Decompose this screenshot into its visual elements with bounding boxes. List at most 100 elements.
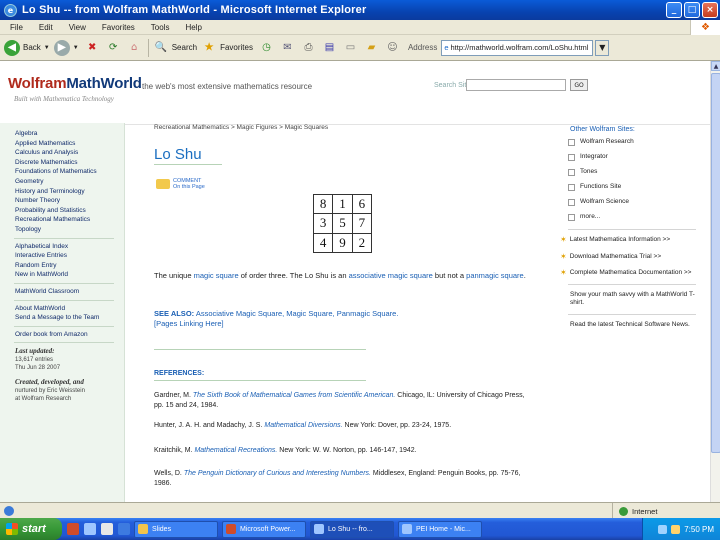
close-button[interactable]: × [702,2,718,18]
comment-link[interactable]: COMMENT On this Page [156,178,205,190]
magic-square-link[interactable]: magic square [194,271,239,280]
minimize-button[interactable]: _ [666,2,682,18]
taskbar: start Slides Microsoft Power... Lo Shu -… [0,518,720,540]
sidebar-item-probability[interactable]: Probability and Statistics [15,206,124,216]
stop-icon[interactable]: ✖ [85,40,100,55]
quicklaunch-desktop-icon[interactable] [101,523,113,535]
refresh-icon[interactable]: ⟳ [106,40,121,55]
sidebar-item-recreational[interactable]: Recreational Mathematics [15,215,124,225]
back-button[interactable]: ◀ Back ▼ [4,39,50,56]
sidebar-item-classroom[interactable]: MathWorld Classroom [15,287,124,297]
promo-download-trial[interactable]: ✶ Download Mathematica Trial >> [560,252,698,262]
sidebar-item-order-book[interactable]: Order book from Amazon [15,330,124,340]
sidebar-item-number-theory[interactable]: Number Theory [15,196,124,206]
menu-favorites[interactable]: Favorites [102,23,135,32]
quicklaunch-powerpoint-icon[interactable] [67,523,79,535]
site-header: WolframMathWorld the web's most extensiv… [0,69,710,125]
sidebar-item-topology[interactable]: Topology [15,225,124,235]
promo-latest-info[interactable]: ✶ Latest Mathematica Information >> [560,235,698,245]
home-icon[interactable]: ⌂ [127,40,142,55]
forward-button[interactable]: ▶ ▼ [53,39,79,56]
task-pei-home[interactable]: PEI Home - Mic... [398,520,482,538]
quicklaunch-ie-icon[interactable] [84,523,96,535]
sidebar-item-send-message[interactable]: Send a Message to the Team [15,313,124,323]
scroll-thumb[interactable] [711,73,720,453]
favorites-button[interactable]: ★ Favorites [201,39,253,56]
site-item-wolfram-research[interactable]: Wolfram Research [568,136,698,148]
menu-file[interactable]: File [10,23,23,32]
network-icon[interactable] [658,524,668,534]
panmagic-square-link[interactable]: panmagic square [466,271,524,280]
site-item-functions[interactable]: Functions Site [568,181,698,193]
menu-edit[interactable]: Edit [39,23,53,32]
sidebar-item-geometry[interactable]: Geometry [15,177,124,187]
search-go-button[interactable]: GO [570,79,588,91]
vertical-scrollbar[interactable]: ▲ ▼ [710,61,720,520]
sidebar-item-applied[interactable]: Applied Mathematics [15,139,124,149]
print-icon[interactable]: ⎙ [301,40,316,55]
menu-tools[interactable]: Tools [151,23,170,32]
title-divider [154,164,222,165]
address-dropdown-icon[interactable]: ▼ [595,39,610,56]
sidebar-item-discrete[interactable]: Discrete Mathematics [15,158,124,168]
promo-news[interactable]: Read the latest Technical Software News. [570,321,698,330]
system-tray: 7:50 PM [642,518,720,540]
volume-icon[interactable] [671,524,681,534]
ref-title-link[interactable]: The Sixth Book of Mathematical Games fro… [193,392,395,399]
sidebar-item-alphabetical[interactable]: Alphabetical Index [15,242,124,252]
address-bar[interactable]: e http://mathworld.wolfram.com/LoShu.htm… [441,39,594,56]
messenger-icon[interactable]: ☺ [385,40,400,55]
search-input[interactable] [466,79,566,91]
star-icon: ✶ [560,235,567,244]
history-icon[interactable]: ◷ [259,40,274,55]
index-links: Alphabetical Index Interactive Entries R… [0,242,124,280]
mail-icon[interactable]: ✉ [280,40,295,55]
pages-linking-here-link[interactable]: [Pages Linking Here] [154,319,224,328]
search-button[interactable]: 🔍 Search [152,39,197,56]
associative-magic-square-link[interactable]: associative magic square [349,271,433,280]
square-cell: 2 [351,232,373,254]
task-label: PEI Home - Mic... [416,525,471,533]
credit-line-2: nurtured by Eric Weisstein [15,388,85,395]
menu-bar: File Edit View Favorites Tools Help ❖ [0,20,720,35]
folder-icon[interactable]: ▰ [364,40,379,55]
site-item-integrator[interactable]: Integrator [568,151,698,163]
sidebar-item-history[interactable]: History and Terminology [15,187,124,197]
site-item-wolfram-science[interactable]: Wolfram Science [568,196,698,208]
edit-icon[interactable]: ▤ [322,40,337,55]
mathworld-logo[interactable]: WolframMathWorld [8,75,142,92]
promo-tshirt[interactable]: Show your math savvy with a MathWorld T-… [570,291,698,308]
checkbox-icon [568,213,575,221]
menu-help[interactable]: Help [185,23,201,32]
ref-title-link[interactable]: Mathematical Diversions. [264,422,342,429]
breadcrumb[interactable]: Recreational Mathematics > Magic Figures… [154,124,328,131]
task-powerpoint[interactable]: Microsoft Power... [222,520,306,538]
start-button[interactable]: start [0,518,62,540]
sidebar-item-about[interactable]: About MathWorld [15,304,124,314]
task-slides[interactable]: Slides [134,520,218,538]
sidebar-item-random[interactable]: Random Entry [15,261,124,271]
task-lo-shu[interactable]: Lo Shu -- fro... [310,520,394,538]
menu-view[interactable]: View [69,23,86,32]
promo-documentation[interactable]: ✶ Complete Mathematica Documentation >> [560,268,698,278]
sidebar-item-new[interactable]: New in MathWorld [15,270,124,280]
reference-item: Gardner, M. The Sixth Book of Mathematic… [154,391,534,410]
sidebar-item-algebra[interactable]: Algebra [15,129,124,139]
site-item-more[interactable]: more... [568,211,698,223]
ref-title-link[interactable]: Mathematical Recreations. [194,447,277,454]
discuss-icon[interactable]: ▭ [343,40,358,55]
ref-title-link[interactable]: The Penguin Dictionary of Curious and In… [184,470,371,477]
square-cell: 4 [312,232,334,254]
sidebar-item-calculus[interactable]: Calculus and Analysis [15,148,124,158]
promo-label: Complete Mathematica Documentation >> [569,269,692,276]
sidebar-item-interactive[interactable]: Interactive Entries [15,251,124,261]
web-page: WolframMathWorld the web's most extensiv… [0,61,710,520]
quicklaunch-media-icon[interactable] [118,523,130,535]
site-label: more... [580,213,601,220]
scroll-up-icon[interactable]: ▲ [711,61,720,71]
site-label: Wolfram Science [580,198,630,205]
maximize-button[interactable]: □ [684,2,700,18]
see-also-links[interactable]: Associative Magic Square, Magic Square, … [194,309,399,318]
sidebar-item-foundations[interactable]: Foundations of Mathematics [15,167,124,177]
site-item-tones[interactable]: Tones [568,166,698,178]
